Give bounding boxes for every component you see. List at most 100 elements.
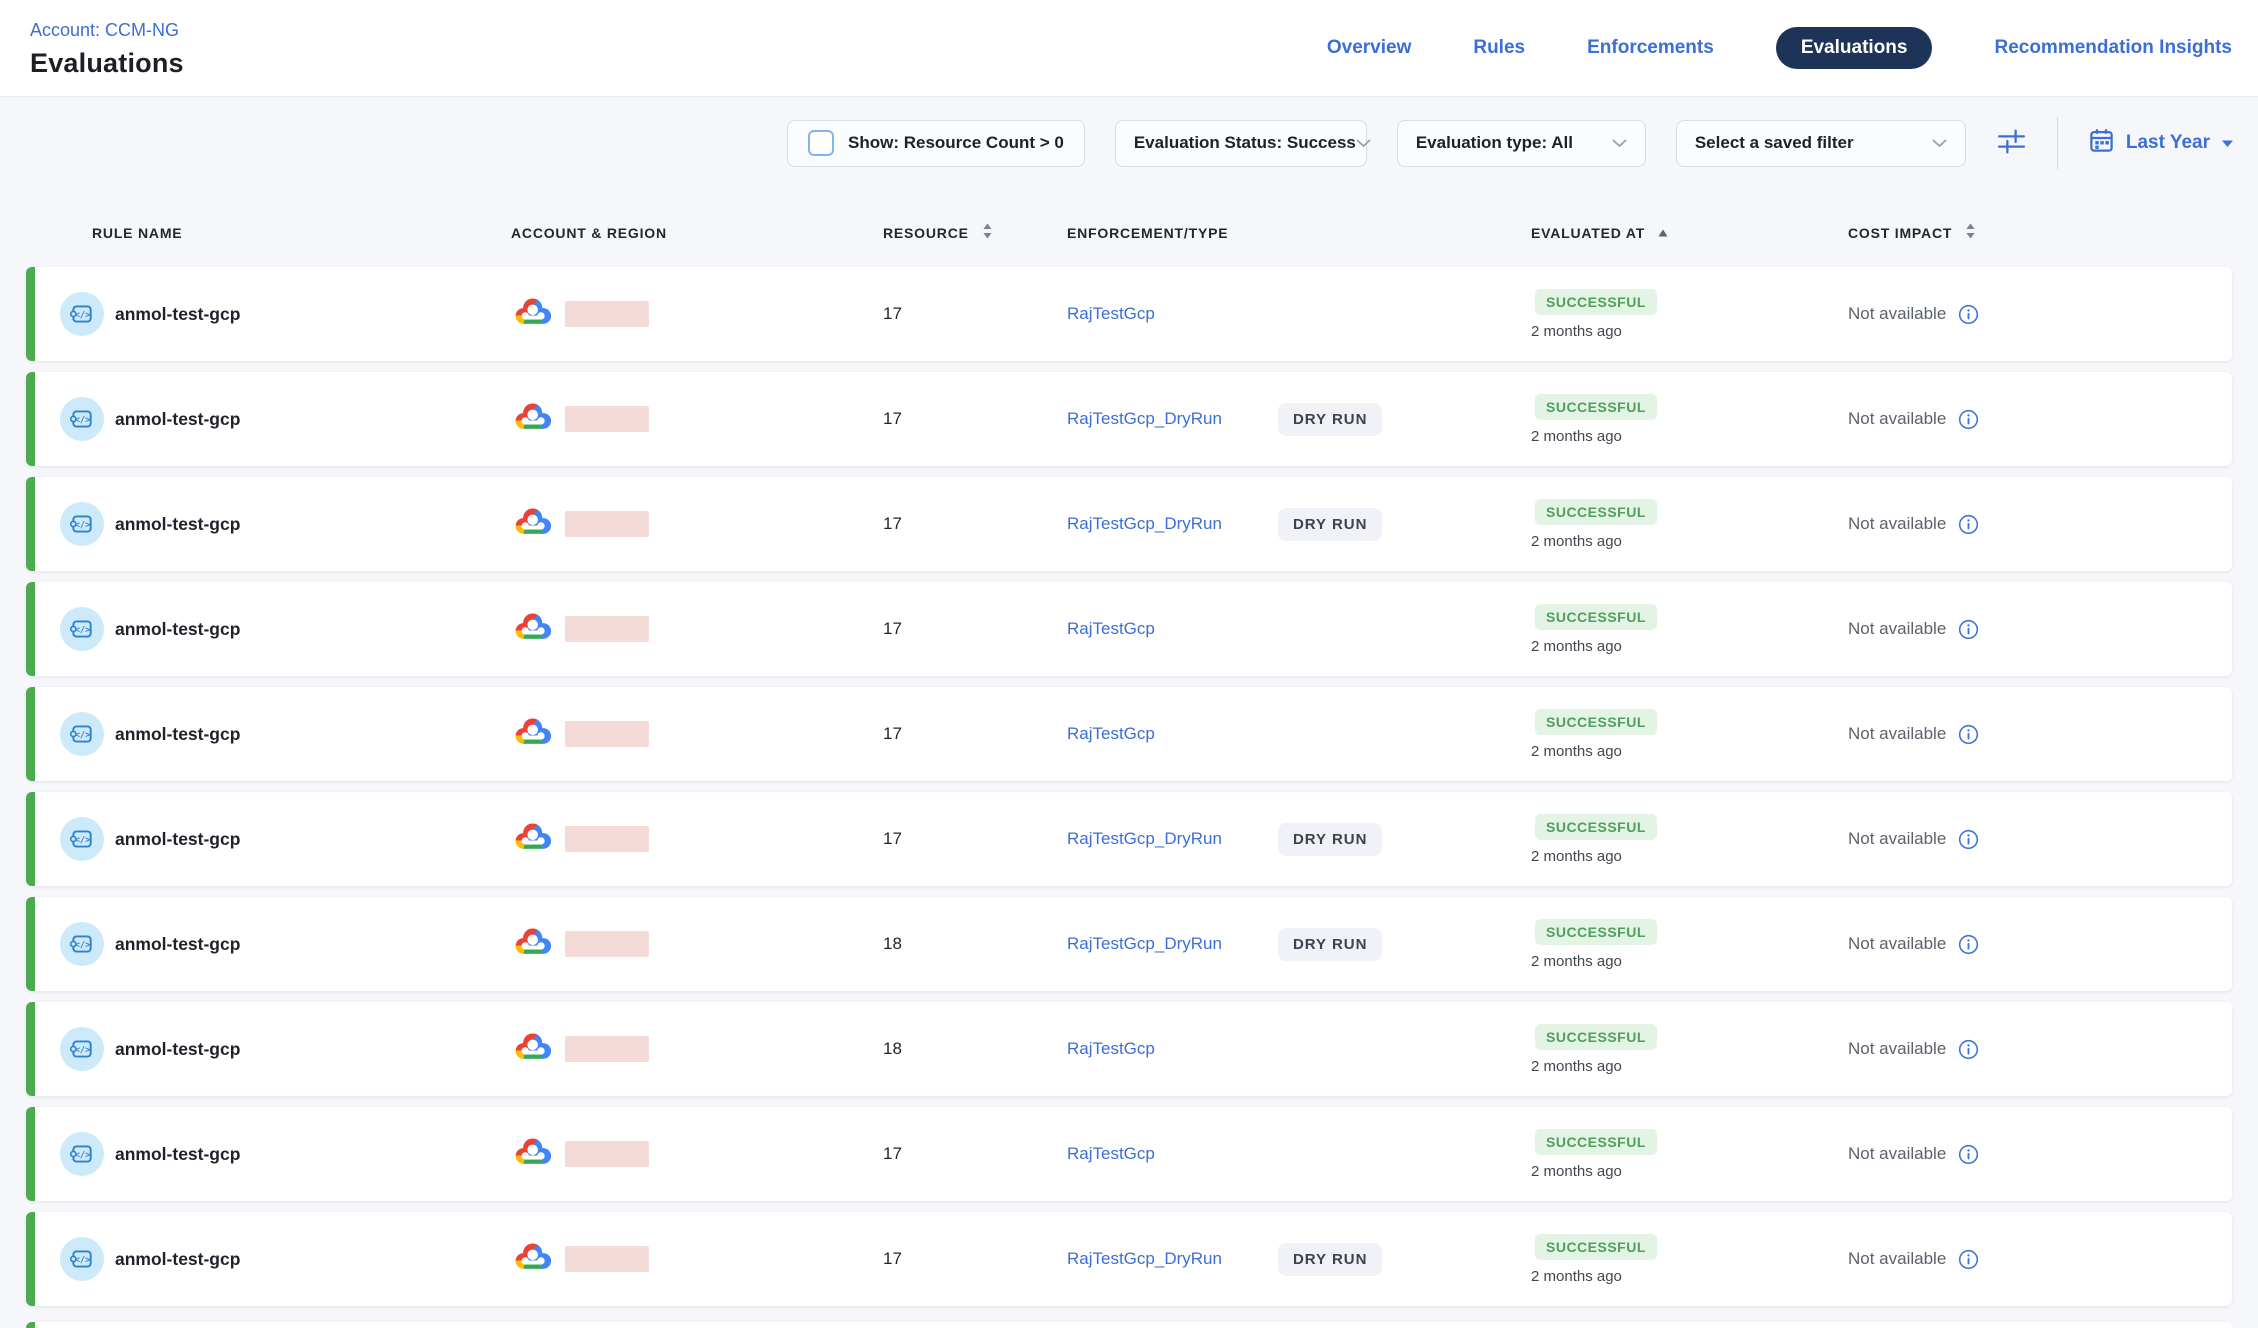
enforcement-link[interactable]: RajTestGcp [1067, 619, 1155, 639]
enforcement-link[interactable]: RajTestGcp [1067, 1144, 1155, 1164]
account-region-cell [511, 1029, 883, 1070]
status-badge: SUCCESSFUL [1535, 1234, 1657, 1260]
table-row[interactable]: </> anmol-test-gcp [26, 372, 2232, 466]
gcp-logo-icon [513, 399, 555, 440]
rule-icon: </> [60, 712, 104, 756]
evaluation-status-dropdown[interactable]: Evaluation Status: Success [1115, 120, 1367, 167]
table-header: RULE NAMEACCOUNT & REGIONRESOURCEENFORCE… [26, 205, 2232, 260]
info-icon[interactable] [1958, 934, 1979, 955]
rule-icon: </> [60, 817, 104, 861]
enforcement-link[interactable]: RajTestGcp [1067, 1039, 1155, 1059]
svg-text:</>: </> [75, 626, 91, 636]
evaluated-at-cell: SUCCESSFUL 2 months ago [1531, 289, 1848, 340]
info-icon[interactable] [1958, 1249, 1979, 1270]
nav-tab-enforcements[interactable]: Enforcements [1587, 37, 1714, 59]
table-row[interactable]: </> anmol-test-gcp [26, 582, 2232, 676]
gcp-logo-icon [513, 609, 555, 650]
resource-cell: 17 [883, 514, 1067, 534]
evaluated-time: 2 months ago [1531, 1163, 1622, 1180]
rule-name-cell: </> anmol-test-gcp [26, 817, 511, 861]
info-icon[interactable] [1958, 1144, 1979, 1165]
info-icon[interactable] [1958, 304, 1979, 325]
table-row[interactable]: </> anmol-test-gcp [26, 687, 2232, 781]
rule-icon: </> [60, 502, 104, 546]
evaluated-at-cell: SUCCESSFUL 2 months ago [1531, 1234, 1848, 1285]
info-icon[interactable] [1958, 1039, 1979, 1060]
account-region-cell [511, 1239, 883, 1280]
table-row[interactable]: </> anmol-test-gcp [26, 1107, 2232, 1201]
enforcement-link[interactable]: RajTestGcp [1067, 724, 1155, 744]
resource-count: 17 [883, 304, 902, 324]
enforcement-link[interactable]: RajTestGcp_DryRun [1067, 934, 1222, 954]
info-icon[interactable] [1958, 619, 1979, 640]
table-row[interactable]: </> anmol-test-gcp [26, 267, 2232, 361]
enforcement-link[interactable]: RajTestGcp_DryRun [1067, 1249, 1222, 1269]
column-header-evaluated-at[interactable]: EVALUATED AT [1531, 225, 1848, 241]
partial-row [26, 1322, 2232, 1328]
topbar: Account: CCM-NG Evaluations Overview Rule… [0, 0, 2258, 97]
resource-count: 17 [883, 409, 902, 429]
evaluated-at-cell: SUCCESSFUL 2 months ago [1531, 1024, 1848, 1075]
resource-cell: 17 [883, 724, 1067, 744]
evaluated-at-cell: SUCCESSFUL 2 months ago [1531, 499, 1848, 550]
resource-count-checkbox[interactable] [808, 130, 834, 156]
account-breadcrumb[interactable]: Account: CCM-NG [30, 20, 184, 41]
rule-icon: </> [60, 397, 104, 441]
column-header-cost-impact[interactable]: COST IMPACT [1848, 222, 2232, 243]
enforcement-link[interactable]: RajTestGcp_DryRun [1067, 409, 1222, 429]
resource-cell: 17 [883, 304, 1067, 324]
table-row[interactable]: </> anmol-test-gcp [26, 792, 2232, 886]
evaluated-time: 2 months ago [1531, 743, 1622, 760]
resource-cell: 17 [883, 1144, 1067, 1164]
filter-settings-icon [1996, 127, 2027, 159]
account-region-cell [511, 819, 883, 860]
chevron-down-icon [1612, 133, 1627, 153]
saved-filter-dropdown[interactable]: Select a saved filter [1676, 120, 1966, 167]
info-icon[interactable] [1958, 829, 1979, 850]
column-header-resource[interactable]: RESOURCE [883, 222, 1067, 243]
rule-name-cell: </> anmol-test-gcp [26, 1132, 511, 1176]
enforcement-cell: RajTestGcp_DryRun DRY RUN [1067, 928, 1531, 961]
info-icon[interactable] [1958, 409, 1979, 430]
rule-name: anmol-test-gcp [115, 934, 240, 955]
table-row[interactable]: </> anmol-test-gcp [26, 1002, 2232, 1096]
nav-tab-evaluations[interactable]: Evaluations [1776, 27, 1933, 69]
divider [2057, 117, 2058, 169]
cost-impact-cell: Not available [1848, 304, 2232, 325]
gcp-logo-icon [513, 1134, 555, 1175]
evaluation-type-dropdown[interactable]: Evaluation type: All [1397, 120, 1646, 167]
nav-tab-rules[interactable]: Rules [1473, 37, 1525, 59]
evaluated-at-cell: SUCCESSFUL 2 months ago [1531, 709, 1848, 760]
redacted-account-region [565, 931, 649, 957]
dry-run-badge: DRY RUN [1278, 403, 1383, 436]
date-range-value: Last Year [2126, 132, 2210, 154]
enforcement-cell: RajTestGcp DRY RUN [1067, 724, 1531, 744]
evaluated-time: 2 months ago [1531, 953, 1622, 970]
topbar-left: Account: CCM-NG Evaluations [30, 18, 184, 79]
table-row[interactable]: </> anmol-test-gcp [26, 1212, 2232, 1306]
table-row[interactable]: </> anmol-test-gcp [26, 477, 2232, 571]
rule-name: anmol-test-gcp [115, 409, 240, 430]
enforcement-link[interactable]: RajTestGcp_DryRun [1067, 514, 1222, 534]
resource-count-filter-button[interactable]: Show: Resource Count > 0 [787, 120, 1085, 167]
enforcement-link[interactable]: RajTestGcp [1067, 304, 1155, 324]
table-row[interactable]: </> anmol-test-gcp [26, 897, 2232, 991]
dry-run-badge: DRY RUN [1278, 1243, 1383, 1276]
svg-text:</>: </> [75, 1046, 91, 1056]
cost-impact-cell: Not available [1848, 724, 2232, 745]
nav-tab-recommendation-insights[interactable]: Recommendation Insights [1994, 37, 2232, 59]
info-icon[interactable] [1958, 724, 1979, 745]
resource-cell: 18 [883, 934, 1067, 954]
filter-settings-button[interactable] [1996, 127, 2027, 159]
cost-impact-value: Not available [1848, 1144, 1946, 1164]
evaluation-type-value: Evaluation type: All [1416, 133, 1573, 153]
redacted-account-region [565, 1036, 649, 1062]
gcp-logo-icon [513, 294, 555, 335]
enforcement-link[interactable]: RajTestGcp_DryRun [1067, 829, 1222, 849]
cost-impact-value: Not available [1848, 1249, 1946, 1269]
info-icon[interactable] [1958, 514, 1979, 535]
date-range-picker[interactable]: Last Year [2088, 127, 2234, 160]
rule-name: anmol-test-gcp [115, 829, 240, 850]
nav-tab-overview[interactable]: Overview [1327, 37, 1412, 59]
status-bar [26, 687, 35, 781]
